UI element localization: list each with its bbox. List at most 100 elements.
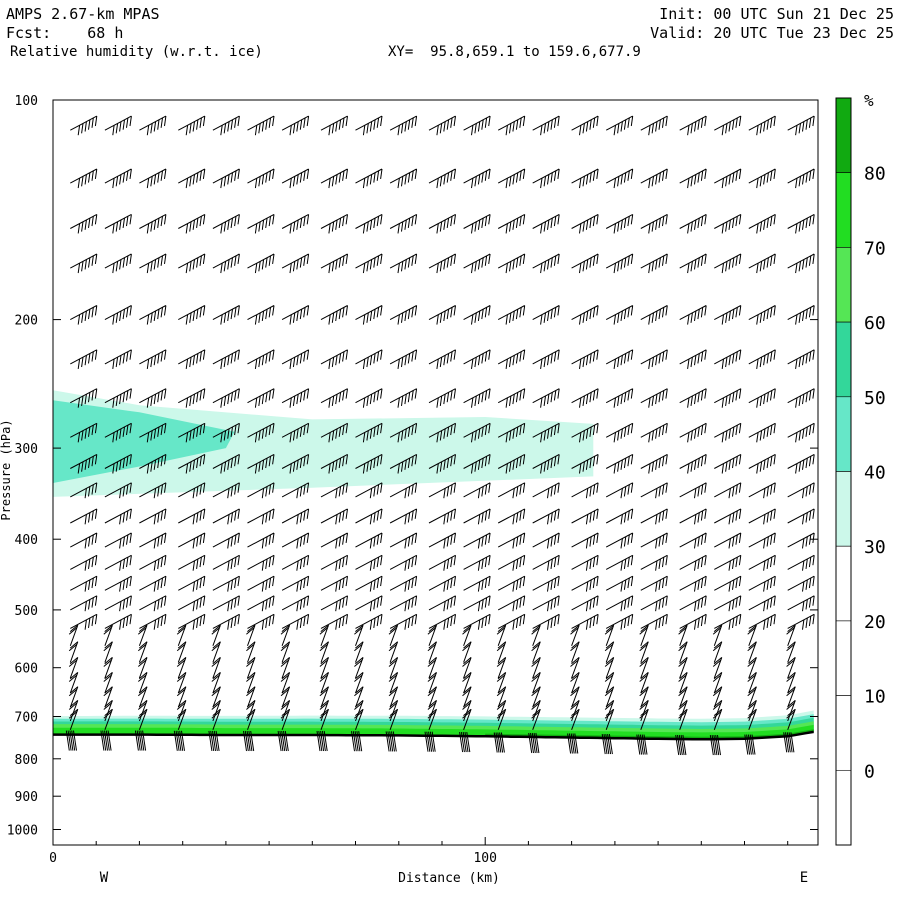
wind-barb	[247, 168, 275, 189]
wind-barb	[497, 532, 526, 549]
wind-barb	[104, 253, 132, 274]
wind-barb	[748, 422, 776, 443]
wind-barb	[139, 213, 167, 234]
wind-barb	[428, 305, 456, 325]
wind-barb	[532, 388, 560, 408]
wind-barb	[497, 508, 526, 525]
y-tick-label: 600	[15, 662, 38, 677]
wind-barb	[532, 349, 560, 369]
colorbar-label: 60	[864, 313, 886, 334]
field-name: Relative humidity (w.r.t. ice)	[10, 44, 263, 60]
wind-barb	[463, 508, 491, 525]
wind-barb	[139, 115, 167, 136]
wind-barb	[178, 575, 206, 592]
wind-barb	[532, 595, 560, 612]
wind-barb	[640, 532, 668, 549]
wind-barb	[463, 613, 491, 630]
wind-barb	[178, 532, 206, 549]
wind-barb	[139, 305, 167, 325]
wind-barb	[178, 168, 206, 189]
wind-barb	[787, 453, 815, 474]
wind-barb	[463, 253, 491, 274]
valid-time: Valid: 20 UTC Tue 23 Dec 25	[650, 24, 894, 42]
wind-barb	[247, 253, 275, 274]
colorbar-swatch	[835, 695, 852, 771]
west-label: W	[100, 870, 109, 886]
wind-barb	[212, 253, 240, 274]
wind-barb	[320, 613, 348, 630]
wind-barb	[463, 305, 491, 325]
wind-barb	[139, 613, 167, 630]
wind-barb	[70, 532, 98, 549]
colorbar-label: 40	[864, 463, 886, 484]
colorbar-swatch	[835, 172, 852, 248]
wind-barb	[640, 349, 668, 369]
wind-barb	[532, 575, 560, 592]
wind-barb	[139, 253, 167, 274]
wind-barb	[532, 115, 560, 136]
colorbar-swatch	[835, 769, 852, 846]
wind-barb	[178, 349, 206, 369]
colorbar-swatch	[835, 396, 852, 472]
wind-barb	[104, 613, 132, 630]
wind-barb	[281, 115, 310, 136]
wind-barb	[497, 388, 526, 408]
wind-barb	[640, 575, 668, 592]
wind-barb	[787, 253, 815, 274]
wind-barb	[748, 349, 776, 369]
wind-barb	[640, 482, 668, 499]
wind-barb	[463, 595, 491, 612]
wind-barb	[428, 532, 456, 549]
wind-barb	[571, 305, 599, 325]
wind-barb	[428, 349, 456, 369]
wind-barb	[70, 168, 98, 189]
wind-barb	[714, 508, 742, 525]
colorbar-swatch	[835, 545, 852, 622]
wind-barb	[104, 595, 132, 612]
wind-barb	[70, 508, 98, 525]
wind-barb	[497, 168, 526, 189]
wind-barb	[178, 388, 206, 408]
y-axis-label: Pressure (hPa)	[0, 419, 13, 520]
x-axis-ticks: 0 100	[49, 837, 789, 866]
wind-barb	[714, 453, 742, 474]
colorbar-swatch	[835, 321, 852, 398]
wind-barb	[355, 508, 383, 525]
wind-barb	[497, 613, 526, 630]
wind-barb	[247, 554, 275, 571]
colorbar-label: 0	[864, 761, 875, 782]
wind-barb	[571, 349, 599, 369]
wind-barb	[714, 213, 742, 234]
wind-barb	[428, 168, 456, 189]
wind-barb	[104, 554, 132, 571]
wind-barb	[281, 253, 310, 274]
wind-barb	[463, 349, 491, 369]
wind-barb	[640, 115, 668, 136]
wind-barb	[355, 595, 383, 612]
wind-barb	[787, 388, 815, 408]
wind-barb	[640, 595, 668, 612]
wind-barb	[355, 305, 383, 325]
wind-barb	[605, 575, 634, 592]
wind-barb	[104, 575, 132, 592]
wind-barb	[104, 349, 132, 369]
wind-barb	[748, 168, 776, 189]
wind-barb	[212, 508, 240, 525]
wind-barb	[748, 508, 776, 525]
y-tick-label: 300	[15, 442, 38, 457]
wind-barb	[605, 388, 634, 408]
wind-barb	[281, 213, 310, 234]
x-tick-label: 100	[473, 851, 496, 866]
wind-barb	[748, 554, 776, 571]
wind-barb	[389, 532, 418, 549]
colorbar-label: 50	[864, 388, 886, 409]
wind-barb	[605, 349, 634, 369]
wind-barb	[605, 213, 634, 234]
x-tick-label: 0	[49, 851, 57, 866]
wind-barb	[679, 508, 707, 525]
wind-barb	[640, 388, 668, 408]
wind-barb	[320, 115, 348, 136]
wind-barb	[679, 453, 707, 474]
wind-barb	[428, 575, 456, 592]
colorbar-label: 80	[864, 164, 886, 185]
